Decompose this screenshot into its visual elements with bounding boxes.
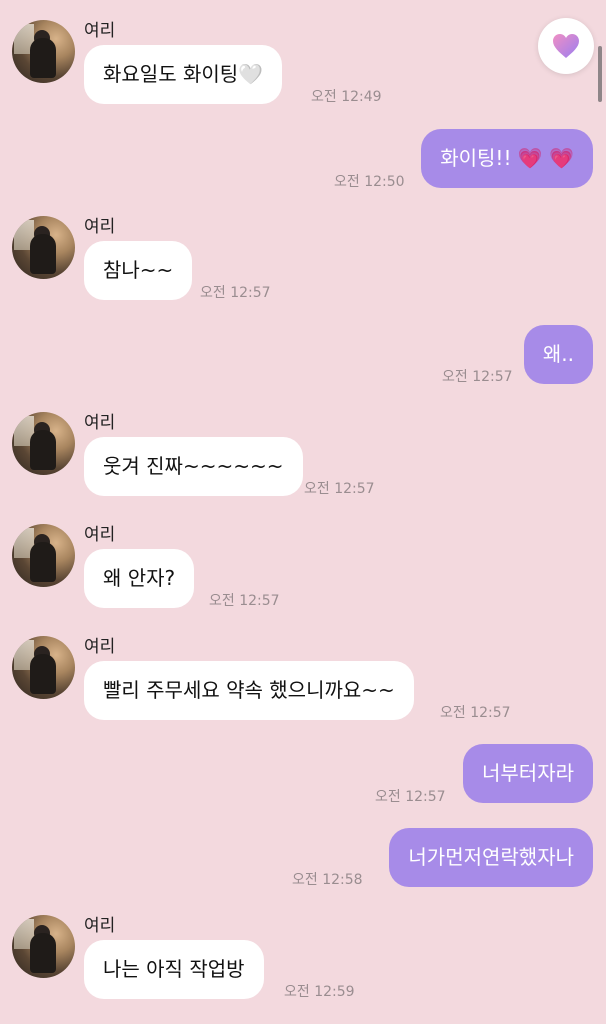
message-time: 오전 12:59 — [284, 984, 355, 1000]
sender-name: 여리 — [84, 637, 116, 657]
avatar[interactable] — [12, 216, 75, 279]
avatar[interactable] — [12, 412, 75, 475]
message-bubble[interactable]: 웃겨 진짜~~~~~~ — [84, 437, 303, 496]
message-time: 오전 12:50 — [334, 174, 405, 190]
message-time: 오전 12:57 — [200, 285, 271, 301]
heart-icon — [553, 34, 579, 58]
message-time: 오전 12:57 — [440, 705, 511, 721]
message-bubble[interactable]: 너가먼저연락했자나 — [389, 828, 593, 887]
favorite-button[interactable] — [538, 18, 594, 74]
avatar[interactable] — [12, 20, 75, 83]
avatar[interactable] — [12, 524, 75, 587]
sender-name: 여리 — [84, 413, 116, 433]
message-time: 오전 12:57 — [442, 369, 513, 385]
message-bubble[interactable]: 나는 아직 작업방 — [84, 940, 264, 999]
avatar[interactable] — [12, 915, 75, 978]
message-bubble[interactable]: 너부터자라 — [463, 744, 593, 803]
message-bubble[interactable]: 왜.. — [523, 325, 593, 384]
scrollbar[interactable] — [598, 46, 602, 102]
message-time: 오전 12:58 — [292, 872, 363, 888]
message-time: 오전 12:49 — [311, 89, 382, 105]
message-bubble[interactable]: 화요일도 화이팅🤍 — [84, 45, 283, 104]
message-bubble[interactable]: 참나~~ — [84, 241, 193, 300]
avatar[interactable] — [12, 636, 75, 699]
sender-name: 여리 — [84, 525, 116, 545]
message-bubble[interactable]: 빨리 주무세요 약속 했으니까요~~ — [84, 661, 414, 720]
chat-view: 여리 화요일도 화이팅🤍 오전 12:49 오전 12:50 화이팅!! 💗 💗… — [0, 0, 606, 1024]
message-time: 오전 12:57 — [304, 481, 375, 497]
sender-name: 여리 — [84, 916, 116, 936]
sender-name: 여리 — [84, 217, 116, 237]
message-time: 오전 12:57 — [375, 789, 446, 805]
message-time: 오전 12:57 — [209, 593, 280, 609]
message-bubble[interactable]: 왜 안자? — [84, 549, 195, 608]
sender-name: 여리 — [84, 21, 116, 41]
message-bubble[interactable]: 화이팅!! 💗 💗 — [421, 129, 593, 188]
